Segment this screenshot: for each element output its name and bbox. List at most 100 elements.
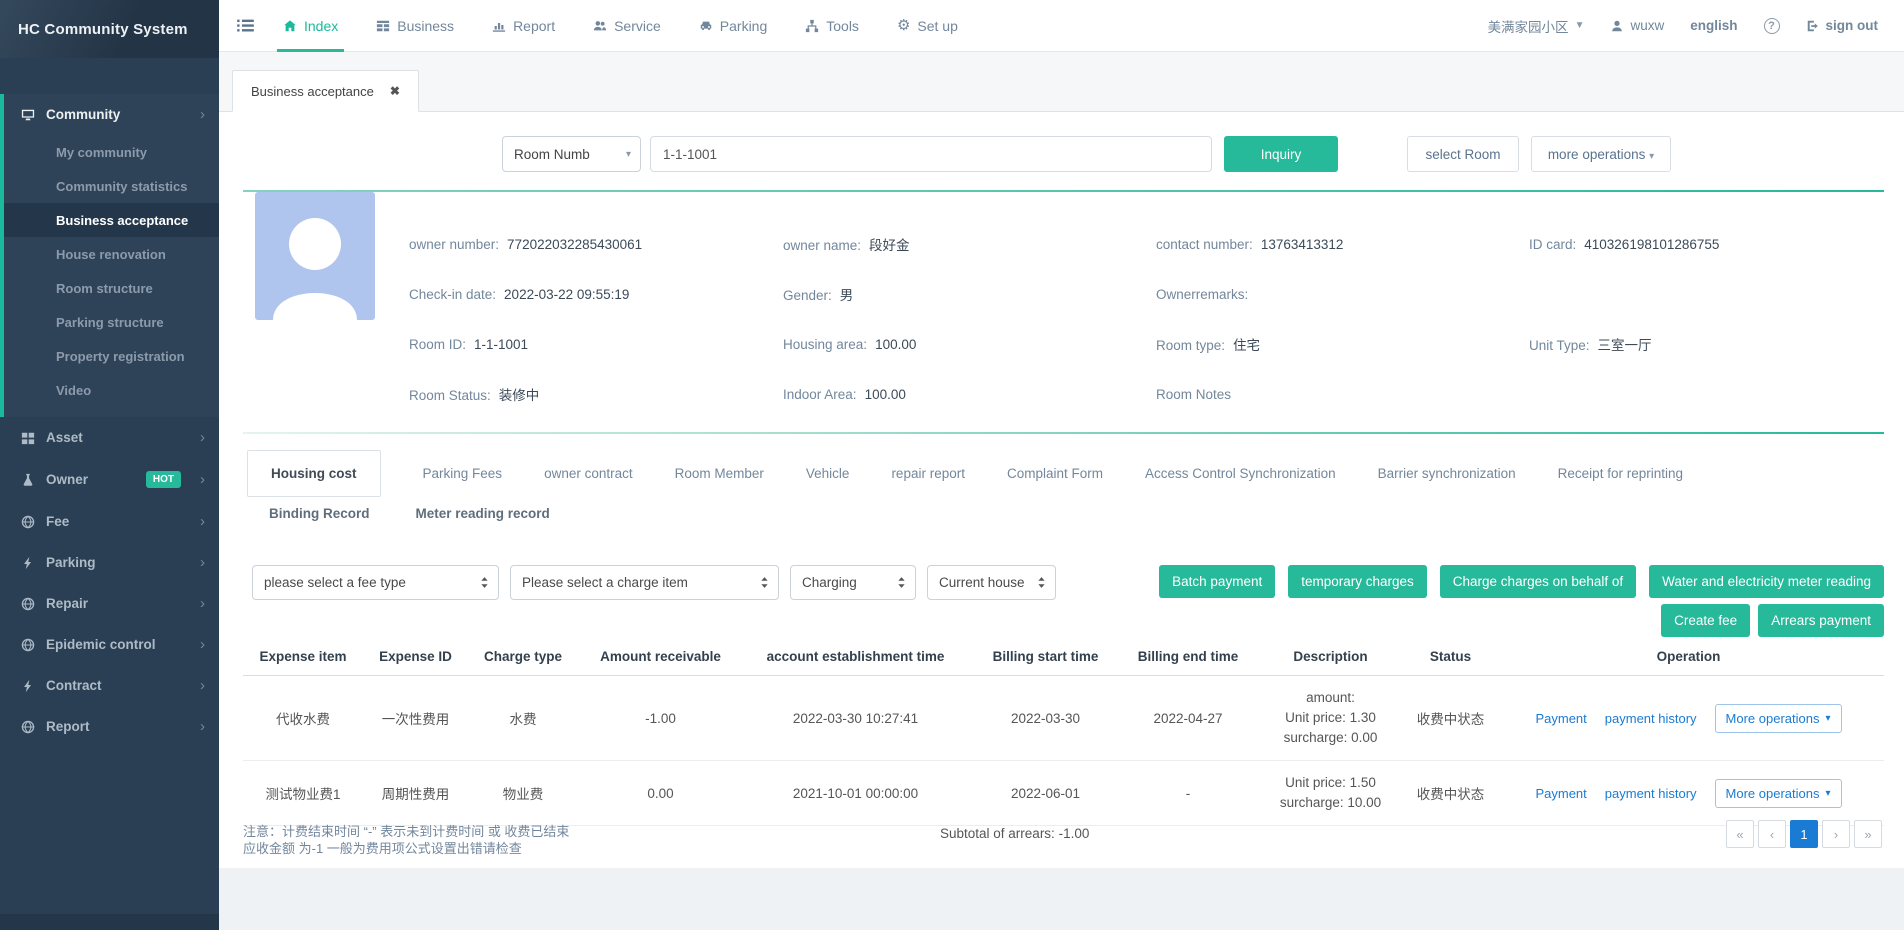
fee-table-row: 测试物业费1 周期性费用 物业费 0.00 2021-10-01 00:00:0… xyxy=(243,761,1884,826)
meter-reading-button[interactable]: Water and electricity meter reading xyxy=(1649,565,1884,598)
chevron-right-icon: › xyxy=(200,555,205,570)
payment-history-link[interactable]: payment history xyxy=(1605,711,1697,726)
sidebar-item-my-community[interactable]: My community xyxy=(4,135,219,169)
tab-business-acceptance[interactable]: Business acceptance ✖ xyxy=(232,70,419,112)
page-1-button[interactable]: 1 xyxy=(1790,820,1818,848)
globe-icon xyxy=(21,597,35,611)
menu-toggle-icon[interactable] xyxy=(236,16,255,35)
tab-owner-contract[interactable]: owner contract xyxy=(544,466,633,481)
page-first-button[interactable]: « xyxy=(1726,820,1754,848)
nav-item-report[interactable]: Report xyxy=(492,0,555,52)
fee-type-select[interactable]: please select a fee type xyxy=(252,565,499,600)
sidebar-item-business-acceptance[interactable]: Business acceptance xyxy=(4,203,219,237)
nav-item-service[interactable]: Service xyxy=(593,0,661,52)
tab-receipt-reprint[interactable]: Receipt for reprinting xyxy=(1558,466,1683,481)
sidebar-item-repair[interactable]: Repair › xyxy=(0,583,219,624)
info-room-status: Room Status:装修中 xyxy=(409,384,783,404)
nav-item-business[interactable]: Business xyxy=(376,0,454,52)
info-room-type: Room type:住宅 xyxy=(1156,334,1529,354)
col-billing-end: Billing end time xyxy=(1123,640,1253,676)
open-tabs-bar: Business acceptance ✖ xyxy=(219,52,1904,112)
nav-item-index[interactable]: Index xyxy=(283,0,338,52)
sidebar-item-fee[interactable]: Fee › xyxy=(0,501,219,542)
status-badge: 收费中状态 xyxy=(1408,761,1493,826)
sidebar-item-report[interactable]: Report › xyxy=(0,706,219,747)
sidebar-item-parking-structure[interactable]: Parking structure xyxy=(4,305,219,339)
caret-down-icon: ▾ xyxy=(626,149,631,160)
tab-room-member[interactable]: Room Member xyxy=(675,466,764,481)
flask-icon xyxy=(21,473,35,487)
sidebar-item-property-registration[interactable]: Property registration xyxy=(4,339,219,373)
nav-item-tools[interactable]: Tools xyxy=(805,0,859,52)
info-unit-type: Unit Type:三室一厅 xyxy=(1529,334,1884,354)
top-navigation: Index Business Report Service Parking To… xyxy=(219,0,1904,52)
chevron-right-icon: › xyxy=(200,514,205,529)
info-housing-area: Housing area:100.00 xyxy=(783,337,1156,352)
sidebar-item-video[interactable]: Video xyxy=(4,373,219,407)
search-category-select[interactable]: Room Numb ▾ xyxy=(502,136,641,172)
sidebar-item-community-statistics[interactable]: Community statistics xyxy=(4,169,219,203)
more-operations-button[interactable]: more operations ▾ xyxy=(1531,136,1671,172)
create-fee-button[interactable]: Create fee xyxy=(1661,604,1750,637)
nav-item-parking[interactable]: Parking xyxy=(699,0,767,52)
tab-repair-report[interactable]: repair report xyxy=(891,466,965,481)
sidebar-item-contract[interactable]: Contract › xyxy=(0,665,219,706)
help-icon[interactable]: ? xyxy=(1764,18,1780,34)
temporary-charges-button[interactable]: temporary charges xyxy=(1288,565,1427,598)
sidebar-item-epidemic-control[interactable]: Epidemic control › xyxy=(0,624,219,665)
info-contact-number: contact number:13763413312 xyxy=(1156,237,1529,252)
desktop-icon xyxy=(21,108,35,122)
room-number-input[interactable] xyxy=(650,136,1212,172)
fee-table: Expense item Expense ID Charge type Amou… xyxy=(243,640,1884,826)
topbar-right: 美满家园小区 ▼ wuxw english ? sign out xyxy=(1488,16,1904,36)
page-last-button[interactable]: » xyxy=(1854,820,1882,848)
chevron-right-icon: › xyxy=(200,107,205,122)
table-notes: 注意：计费结束时间 “-” 表示未到计费时间 或 收费已结束 应收金额 为-1 … xyxy=(243,823,569,857)
tab-barrier-sync[interactable]: Barrier synchronization xyxy=(1378,466,1516,481)
arrears-payment-button[interactable]: Arrears payment xyxy=(1758,604,1884,637)
charge-item-select[interactable]: Please select a charge item xyxy=(510,565,779,600)
caret-down-icon: ▼ xyxy=(1575,20,1585,31)
sidebar-item-parking[interactable]: Parking › xyxy=(0,542,219,583)
row-more-operations-button[interactable]: More operations ▾ xyxy=(1715,704,1842,733)
fee-actions-row2: Create fee Arrears payment xyxy=(1661,604,1884,637)
sidebar-item-asset[interactable]: Asset › xyxy=(0,417,219,458)
tab-meter-reading-record[interactable]: Meter reading record xyxy=(416,506,550,521)
house-scope-select[interactable]: Current house xyxy=(927,565,1056,600)
nav-item-set-up[interactable]: ⚙ Set up xyxy=(897,0,958,52)
row-more-operations-button[interactable]: More operations ▾ xyxy=(1715,779,1842,808)
tab-complaint-form[interactable]: Complaint Form xyxy=(1007,466,1103,481)
sidebar-item-house-renovation[interactable]: House renovation xyxy=(4,237,219,271)
charge-on-behalf-button[interactable]: Charge charges on behalf of xyxy=(1440,565,1636,598)
sidebar-item-owner[interactable]: Owner HOT › xyxy=(0,458,219,501)
current-user[interactable]: wuxw xyxy=(1610,18,1664,33)
language-switch[interactable]: english xyxy=(1690,18,1737,33)
tab-access-control-sync[interactable]: Access Control Synchronization xyxy=(1145,466,1336,481)
sidebar-group-community: Community › My community Community stati… xyxy=(0,94,219,417)
charging-status-select[interactable]: Charging xyxy=(790,565,916,600)
payment-link[interactable]: Payment xyxy=(1535,711,1586,726)
home-icon xyxy=(283,19,297,33)
main-content: Room Numb ▾ Inquiry select Room more ope… xyxy=(219,112,1904,868)
community-selector[interactable]: 美满家园小区 ▼ xyxy=(1488,16,1585,36)
chevron-right-icon: › xyxy=(200,719,205,734)
payment-history-link[interactable]: payment history xyxy=(1605,786,1697,801)
tab-vehicle[interactable]: Vehicle xyxy=(806,466,850,481)
tab-parking-fees[interactable]: Parking Fees xyxy=(423,466,503,481)
description-cell: amount: Unit price: 1.30 surcharge: 0.00 xyxy=(1253,676,1408,761)
col-billing-start: Billing start time xyxy=(968,640,1123,676)
select-room-button[interactable]: select Room xyxy=(1407,136,1519,172)
tab-housing-cost[interactable]: Housing cost xyxy=(247,450,381,497)
tab-binding-record[interactable]: Binding Record xyxy=(269,506,370,521)
payment-link[interactable]: Payment xyxy=(1535,786,1586,801)
detail-tabs-row2: Binding Record Meter reading record xyxy=(269,506,550,521)
page-prev-button[interactable]: ‹ xyxy=(1758,820,1786,848)
inquiry-button[interactable]: Inquiry xyxy=(1224,136,1338,172)
batch-payment-button[interactable]: Batch payment xyxy=(1159,565,1275,598)
page-next-button[interactable]: › xyxy=(1822,820,1850,848)
close-icon[interactable]: ✖ xyxy=(390,84,400,98)
sidebar-item-community[interactable]: Community › xyxy=(4,94,219,135)
sign-out-button[interactable]: sign out xyxy=(1806,18,1879,33)
app-title: HC Community System xyxy=(0,0,219,58)
sidebar-item-room-structure[interactable]: Room structure xyxy=(4,271,219,305)
